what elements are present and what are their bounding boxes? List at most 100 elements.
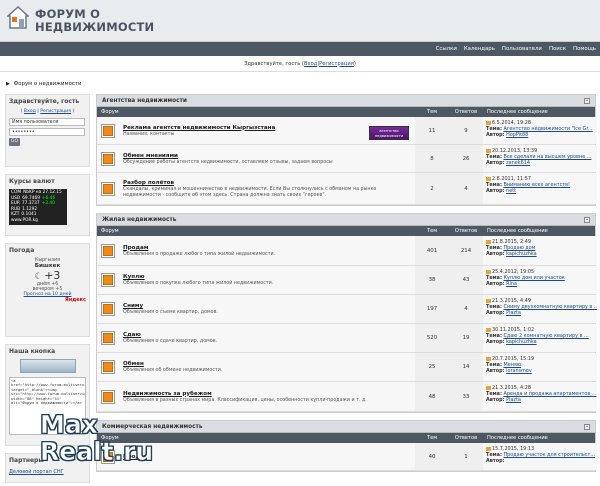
- topics-count: 8: [415, 145, 449, 172]
- nav-search[interactable]: Поиск: [549, 46, 566, 52]
- partner-link[interactable]: Деловой портал СНГ: [9, 469, 64, 475]
- forum-link[interactable]: Разбор полётов: [123, 180, 174, 186]
- site-banner-button[interactable]: [19, 359, 76, 373]
- welcome-bar: Здравствуйте, гость ( Вход | Регистрация…: [0, 56, 600, 72]
- last-author-link[interactable]: Plazta: [506, 310, 521, 316]
- username-input[interactable]: Имя пользователя: [9, 118, 85, 126]
- message-icon: [486, 298, 491, 303]
- forum-folder-icon: [101, 151, 115, 166]
- nav-help[interactable]: Помощь: [573, 46, 596, 52]
- topics-count: 197: [415, 295, 449, 323]
- replies-count: 4: [449, 295, 483, 323]
- weather-widget[interactable]: Кыргызия Бишкек ☾ +3 днём +6 вечером +5 …: [9, 258, 86, 303]
- forum-row: Реклама агентств недвижимости Кыргызстан…: [97, 117, 597, 145]
- currency-widget[interactable]: СОМ NbKP на 27.12.15 USD 69.7469 +6.46 EUR 7…: [9, 189, 67, 225]
- forum-folder-icon: [101, 302, 115, 316]
- collapse-icon[interactable]: –: [584, 423, 590, 430]
- house-logo-icon[interactable]: [7, 6, 29, 32]
- forum-link[interactable]: Продам: [123, 245, 148, 251]
- sidebar-login-link[interactable]: Вход: [24, 109, 36, 114]
- message-icon: [486, 269, 491, 274]
- forum-link[interactable]: Обмен мнениями: [123, 153, 178, 159]
- last-post: 25.4.2012, 19:05 Тема: Куплю дом или уча…: [483, 266, 597, 294]
- last-post: 21.3.2015, 4:49 Тема: Сниму двухкомнатну…: [483, 295, 597, 323]
- forum-link[interactable]: Куплю: [123, 274, 145, 280]
- last-post: 2.8.2011, 11:57 Тема: Вниманию всех аген…: [483, 173, 597, 204]
- weather-title: Погода: [9, 247, 35, 254]
- last-post: 15.7.2015, 19:13 Тема: Продаю участок дл…: [483, 443, 597, 470]
- breadcrumb: ▶ Форум о недвижимости: [6, 81, 82, 87]
- message-icon: [486, 239, 491, 244]
- forum-link[interactable]: Реклама агентств недвижимости Кыргызстан…: [123, 125, 275, 131]
- forum-folder-icon: [101, 181, 115, 196]
- nav-calendar[interactable]: Календарь: [464, 46, 495, 52]
- category-title[interactable]: Жилая недвижимость: [102, 217, 176, 223]
- last-post: 20.12.2013, 13:39 Тема: Все сделали на в…: [483, 145, 597, 172]
- category-header: Жилая недвижимость –: [97, 214, 595, 226]
- collapse-icon[interactable]: –: [584, 97, 590, 104]
- topics-count: 2: [415, 173, 449, 204]
- category-title[interactable]: Агентства недвижимости: [102, 98, 187, 104]
- last-author-link[interactable]: Rina: [506, 281, 517, 287]
- column-headers: Форум Тем Ответов Последнее сообщение: [97, 433, 595, 443]
- replies-count: 1: [449, 443, 483, 470]
- forum-folder-icon: [101, 243, 115, 258]
- forum-folder-icon: [101, 360, 115, 374]
- go-button[interactable]: GO: [9, 138, 20, 146]
- our-button-title: Наша кнопка: [9, 348, 56, 355]
- watermark: Max Realt.ru: [40, 410, 154, 466]
- last-topic-link[interactable]: Продаю участок для строительст...: [503, 452, 595, 458]
- last-author-link[interactable]: zanek614: [506, 160, 530, 166]
- login-link[interactable]: Вход: [304, 61, 317, 67]
- welcome-end: ): [353, 60, 356, 67]
- site-title[interactable]: ФОРУМ О НЕДВИЖИМОСТИ: [35, 8, 154, 34]
- nav-users[interactable]: Пользователи: [502, 46, 542, 52]
- category-header: Агентства недвижимости –: [97, 95, 595, 107]
- last-author-link[interactable]: HopPit88: [506, 132, 528, 138]
- forum-link[interactable]: Обмен: [123, 361, 144, 367]
- breadcrumb-label[interactable]: Форум о недвижимости: [14, 81, 82, 87]
- yandex-logo: Яндекс: [64, 297, 86, 303]
- login-links: ( Вход | Регистрация ): [20, 109, 75, 114]
- last-post: 21.8.2015, 2:49 Тема: Продаю дом Автор: …: [483, 236, 597, 265]
- forum-folder-icon: [101, 273, 115, 287]
- topics-count: 520: [415, 324, 449, 352]
- message-icon: [486, 148, 491, 153]
- message-icon: [486, 327, 491, 332]
- password-input[interactable]: ••••••••: [9, 128, 85, 136]
- forum-folder-icon: [101, 123, 115, 138]
- forum-row: Продам Объявления о продаже любого типа ж…: [97, 236, 597, 266]
- last-author-link[interactable]: Plazta: [506, 397, 521, 403]
- register-link[interactable]: Регистрация: [319, 61, 354, 67]
- forum-link[interactable]: Сниму: [123, 303, 143, 309]
- site-header: ФОРУМ О НЕДВИЖИМОСТИ: [0, 0, 600, 42]
- message-icon: [486, 120, 491, 125]
- replies-count: 214: [449, 236, 483, 265]
- forum-row: Обмен мнениями Обсуждение работы агентств…: [97, 145, 597, 173]
- message-icon: [486, 446, 491, 451]
- last-author-link[interactable]: kapichuzhka: [506, 339, 537, 345]
- replies-count: 9: [449, 117, 483, 144]
- nav-links[interactable]: Ссылки: [436, 46, 457, 52]
- replies-count: 26: [449, 145, 483, 172]
- sidebar-register-link[interactable]: Регистрация: [40, 109, 71, 114]
- collapse-icon[interactable]: –: [584, 216, 590, 223]
- replies-count: 14: [449, 353, 483, 381]
- forum-link[interactable]: Сдаю: [123, 332, 141, 338]
- last-author-link[interactable]: kapichuzhka: [506, 251, 537, 257]
- topics-count: 25: [415, 353, 449, 381]
- welcome-text: Здравствуйте, гость (: [244, 60, 304, 67]
- category-commercial: Коммерческая недвижимость – Форум Тем От…: [96, 420, 597, 472]
- forum-link[interactable]: Недвижимость за рубежом: [123, 391, 212, 397]
- forum-row: Сниму Объявления о съеме квартир, домов. …: [97, 295, 597, 324]
- message-icon: [486, 356, 491, 361]
- topics-count: 11: [415, 117, 449, 144]
- category-residential: Жилая недвижимость – Форум Тем Ответов П…: [96, 213, 597, 413]
- topics-count: 40: [415, 443, 449, 470]
- forum-folder-icon: [101, 389, 115, 404]
- currency-box: Курсы валют СОМ NbKP на 27.12.15 USD 69.74…: [5, 174, 90, 236]
- agency-banner[interactable]: агентство недвижимости: [369, 126, 409, 140]
- last-author-link[interactable]: loransmov: [506, 368, 532, 374]
- last-author-link[interactable]: nett: [506, 188, 516, 194]
- forum-row: Разбор полётов Скандалы, криминал и мошен…: [97, 173, 597, 205]
